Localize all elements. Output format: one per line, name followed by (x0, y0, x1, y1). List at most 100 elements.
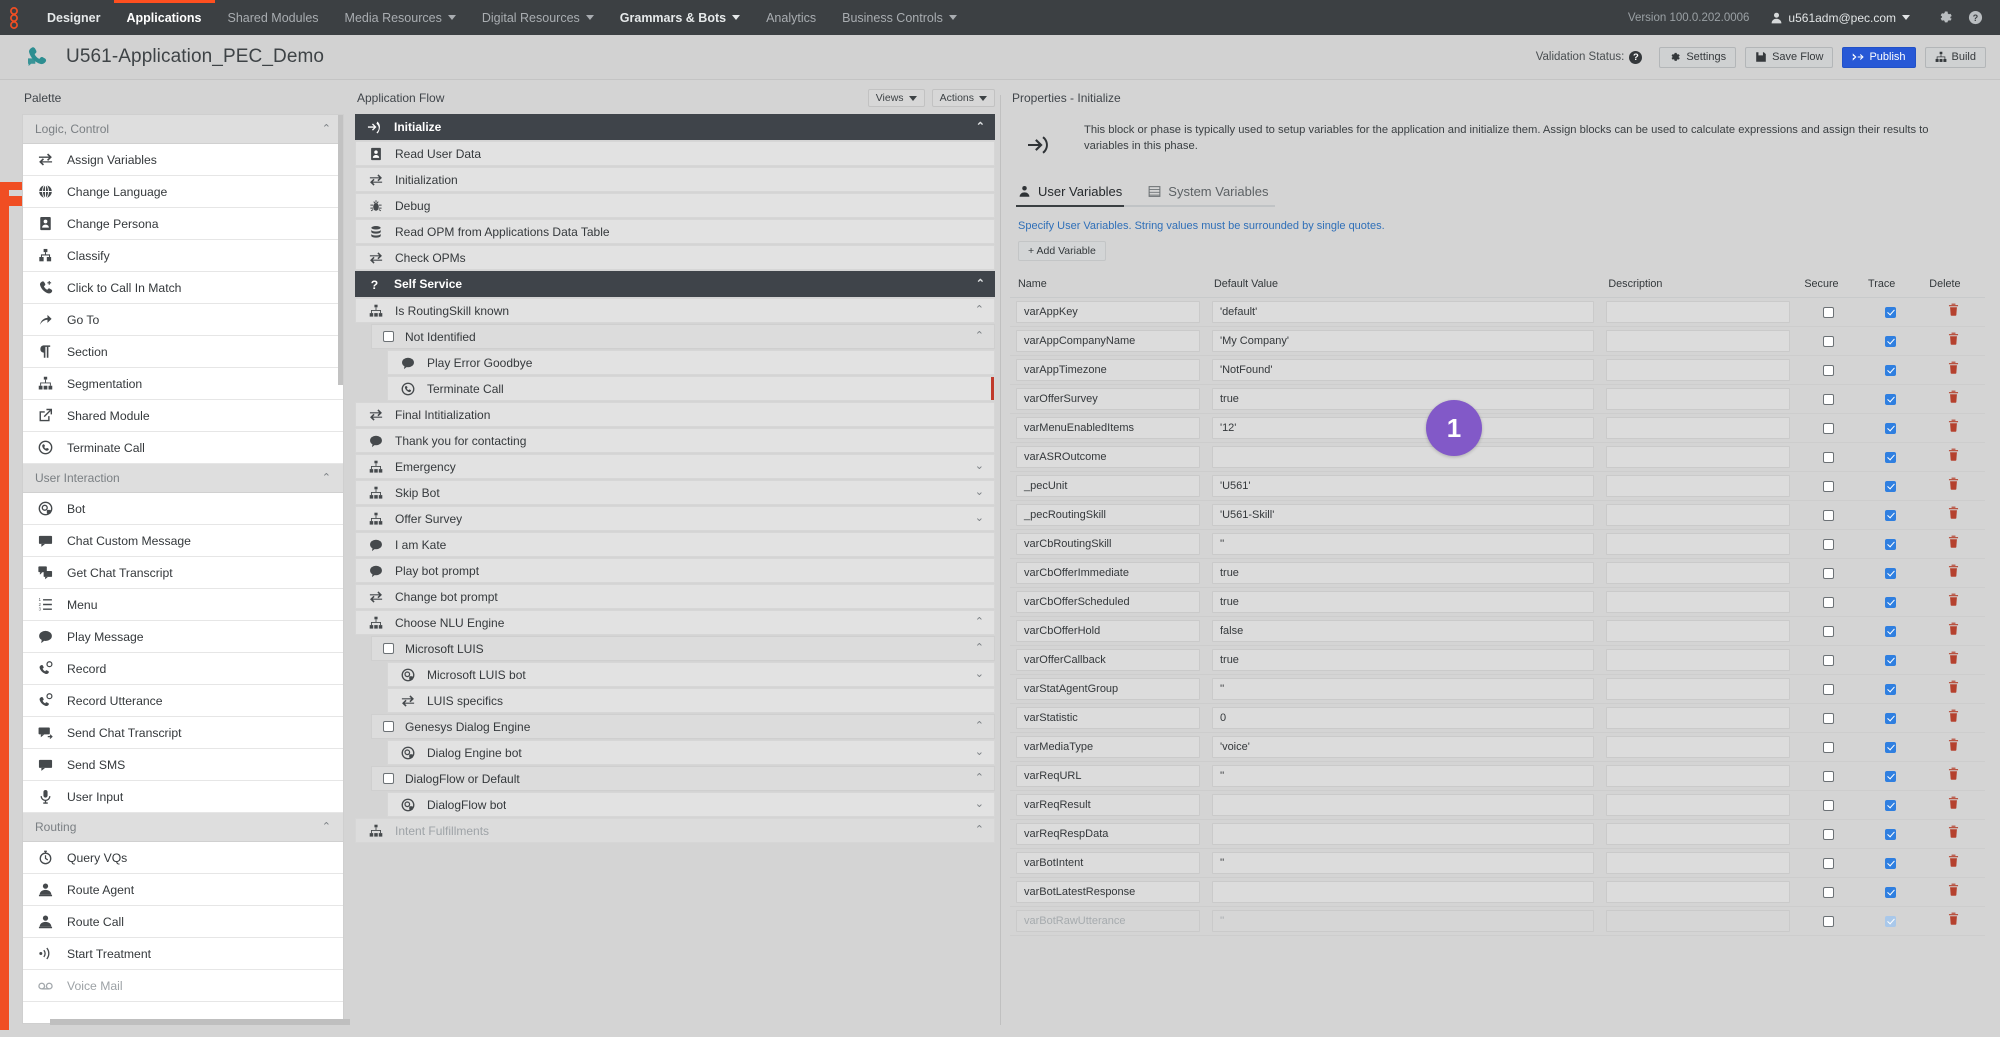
trash-icon[interactable] (1947, 506, 1960, 524)
palette-item-menu[interactable]: 1 2 3 Menu (23, 589, 343, 621)
secure-checkbox[interactable] (1822, 364, 1834, 376)
flow-node-skip-bot[interactable]: Skip Bot ⌄ (355, 480, 995, 505)
chevron-down-icon[interactable]: ⌄ (975, 487, 984, 498)
chevron-up-icon[interactable]: ⌃ (976, 278, 985, 290)
variable-description-field[interactable] (1606, 765, 1791, 787)
palette-group-routing[interactable]: Routing ⌃ (23, 813, 343, 842)
help-circle-icon[interactable]: ? (1960, 0, 1990, 35)
flow-node-dialog-engine-bot[interactable]: Dialog Engine bot ⌄ (387, 740, 995, 765)
trace-checkbox[interactable] (1885, 364, 1897, 376)
palette-item-get-chat-transcript[interactable]: Get Chat Transcript (23, 557, 343, 589)
flow-tree[interactable]: Initialize ⌃ Read User Data Initialization D… (355, 114, 995, 1022)
trace-checkbox[interactable] (1885, 596, 1897, 608)
variable-name-field[interactable]: varMenuEnabledItems (1016, 417, 1200, 439)
palette-item-go-to[interactable]: Go To (23, 304, 343, 336)
variable-value-field[interactable]: '' (1211, 678, 1595, 700)
trash-icon[interactable] (1947, 651, 1960, 669)
genesys-logo-icon[interactable] (0, 0, 34, 35)
trash-icon[interactable] (1947, 912, 1960, 930)
palette-item-assign-variables[interactable]: Assign Variables (23, 144, 343, 176)
checkbox-icon[interactable] (383, 331, 394, 342)
palette-item-record-utterance[interactable]: Record Utterance (23, 685, 343, 717)
secure-checkbox[interactable] (1822, 306, 1834, 318)
variable-name-field[interactable]: varStatistic (1016, 707, 1200, 729)
trace-checkbox[interactable] (1885, 683, 1897, 695)
secure-checkbox[interactable] (1822, 741, 1834, 753)
add-variable-button[interactable]: + Add Variable (1018, 241, 1106, 261)
chevron-down-icon[interactable]: ⌄ (975, 513, 984, 524)
chevron-up-icon[interactable]: ⌃ (976, 121, 985, 133)
flow-node-initialize[interactable]: Initialize ⌃ (355, 114, 995, 140)
secure-checkbox[interactable] (1822, 828, 1834, 840)
palette-item-click-to-call-in-match[interactable]: Click to Call In Match (23, 272, 343, 304)
trash-icon[interactable] (1947, 535, 1960, 553)
variable-description-field[interactable] (1606, 504, 1791, 526)
variable-description-field[interactable] (1606, 359, 1791, 381)
variable-description-field[interactable] (1606, 678, 1791, 700)
variable-name-field[interactable]: varOfferCallback (1016, 649, 1200, 671)
palette-horizontal-scrollbar[interactable] (50, 1019, 350, 1025)
gear-icon[interactable] (1930, 0, 1960, 35)
trash-icon[interactable] (1947, 303, 1960, 321)
flow-node-emergency[interactable]: Emergency ⌄ (355, 454, 995, 479)
trash-icon[interactable] (1947, 883, 1960, 901)
variable-name-field[interactable]: varBotRawUtterance (1016, 910, 1200, 932)
variable-value-field[interactable]: true (1211, 388, 1595, 410)
secure-checkbox[interactable] (1822, 509, 1834, 521)
variable-name-field[interactable]: varAppKey (1016, 301, 1200, 323)
palette-group-user-interaction[interactable]: User Interaction ⌃ (23, 464, 343, 493)
variable-value-field[interactable]: 'voice' (1211, 736, 1595, 758)
palette-item-route-call[interactable]: Route Call (23, 906, 343, 938)
variable-value-field[interactable]: '12' (1211, 417, 1595, 439)
secure-checkbox[interactable] (1822, 596, 1834, 608)
secure-checkbox[interactable] (1822, 451, 1834, 463)
variable-value-field[interactable] (1211, 446, 1595, 468)
palette-item-section[interactable]: Section (23, 336, 343, 368)
trash-icon[interactable] (1947, 622, 1960, 640)
variable-description-field[interactable] (1606, 881, 1791, 903)
variable-value-field[interactable]: 0 (1211, 707, 1595, 729)
validation-help-icon[interactable]: ? (1629, 50, 1643, 64)
nav-item-shared-modules[interactable]: Shared Modules (215, 0, 332, 35)
variable-name-field[interactable]: varBotLatestResponse (1016, 881, 1200, 903)
variable-name-field[interactable]: varCbOfferScheduled (1016, 591, 1200, 613)
palette-item-terminate-call[interactable]: Terminate Call (23, 432, 343, 464)
variable-name-field[interactable]: varBotIntent (1016, 852, 1200, 874)
variable-description-field[interactable] (1606, 446, 1791, 468)
variable-description-field[interactable] (1606, 736, 1791, 758)
flow-node-check-opms[interactable]: Check OPMs (355, 245, 995, 270)
variable-value-field[interactable]: 'default' (1211, 301, 1595, 323)
variable-description-field[interactable] (1606, 707, 1791, 729)
secure-checkbox[interactable] (1822, 857, 1834, 869)
trace-checkbox[interactable] (1885, 509, 1897, 521)
variable-value-field[interactable]: true (1211, 591, 1595, 613)
secure-checkbox[interactable] (1822, 654, 1834, 666)
trash-icon[interactable] (1947, 332, 1960, 350)
secure-checkbox[interactable] (1822, 422, 1834, 434)
nav-item-digital-resources[interactable]: Digital Resources (469, 0, 607, 35)
variable-description-field[interactable] (1606, 649, 1791, 671)
trace-checkbox[interactable] (1885, 393, 1897, 405)
variable-value-field[interactable]: 'My Company' (1211, 330, 1595, 352)
chevron-down-icon[interactable]: ⌄ (975, 747, 984, 758)
palette-item-voice-mail[interactable]: Voice Mail (23, 970, 343, 1002)
secure-checkbox[interactable] (1822, 393, 1834, 405)
palette-item-change-persona[interactable]: Change Persona (23, 208, 343, 240)
chevron-up-icon[interactable]: ⌃ (975, 825, 984, 836)
flow-node-read-opm-from-applications-data-table[interactable]: Read OPM from Applications Data Table (355, 219, 995, 244)
palette-item-change-language[interactable]: Change Language (23, 176, 343, 208)
flow-node-choose-nlu-engine[interactable]: Choose NLU Engine ⌃ (355, 610, 995, 635)
variable-description-field[interactable] (1606, 794, 1791, 816)
variable-name-field[interactable]: varCbRoutingSkill (1016, 533, 1200, 555)
variable-value-field[interactable] (1211, 881, 1595, 903)
chevron-up-icon[interactable]: ⌃ (975, 643, 984, 654)
variable-name-field[interactable]: varAppTimezone (1016, 359, 1200, 381)
variable-value-field[interactable] (1211, 794, 1595, 816)
trace-checkbox[interactable] (1885, 828, 1897, 840)
nav-item-applications[interactable]: Applications (113, 0, 215, 35)
secure-checkbox[interactable] (1822, 538, 1834, 550)
tab-system-variables[interactable]: System Variables (1148, 184, 1268, 205)
flow-node-self-service[interactable]: ? Self Service ⌃ (355, 271, 995, 297)
checkbox-icon[interactable] (383, 773, 394, 784)
variable-description-field[interactable] (1606, 823, 1791, 845)
